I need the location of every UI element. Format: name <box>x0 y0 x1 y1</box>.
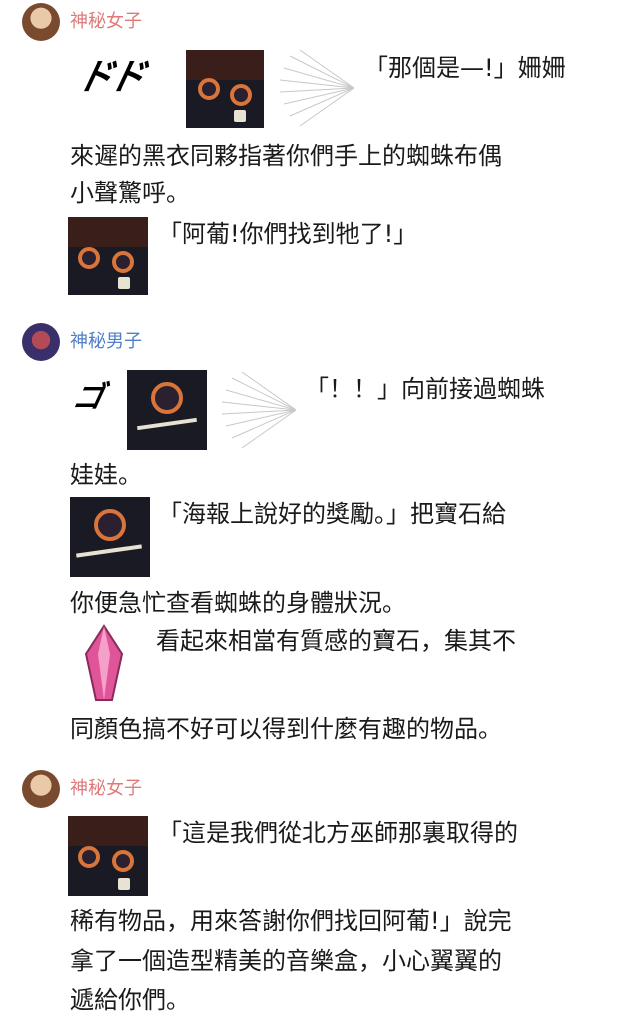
black-cat-face-image <box>68 816 148 896</box>
female-avatar-icon[interactable] <box>22 770 60 808</box>
black-cat-face-image <box>127 370 207 450</box>
sound-effect-text: ドド <box>72 57 146 98</box>
black-cat-face-image <box>70 497 150 577</box>
message-text: 同顏色搞不好可以得到什麼有趣的物品。 <box>70 715 502 743</box>
message-text: 「阿葡!你們找到牠了!」 <box>158 220 418 248</box>
black-cat-face-image <box>186 50 264 128</box>
message-text: 稀有物品，用來答謝你們找回阿葡!」說完 <box>70 907 512 935</box>
message-text: 拿了一個造型精美的音樂盒，小心翼翼的 <box>70 947 502 975</box>
sender-name[interactable]: 神秘女子 <box>70 11 142 33</box>
speed-lines-icon <box>279 49 354 127</box>
black-cat-face-image <box>68 217 148 295</box>
message-text: 「！！」向前接過蜘蛛 <box>305 375 545 403</box>
male-avatar-icon[interactable] <box>22 323 60 361</box>
female-avatar-icon[interactable] <box>22 3 60 41</box>
sound-effect-text: ゴ <box>69 380 103 415</box>
message-text: 看起來相當有質感的寶石，集其不 <box>156 627 516 655</box>
speed-lines-icon <box>221 371 296 449</box>
message-text: 你便急忙查看蜘蛛的身體狀況。 <box>70 589 406 617</box>
sender-name[interactable]: 神秘男子 <box>70 331 142 353</box>
message-text: 「這是我們從北方巫師那裏取得的 <box>158 819 518 847</box>
gem-icon <box>84 624 124 701</box>
message-text: 「海報上說好的獎勵。」把寶石給 <box>158 500 506 528</box>
message-text: 小聲驚呼。 <box>70 179 190 207</box>
sender-name[interactable]: 神秘女子 <box>70 778 142 800</box>
message-text: 娃娃。 <box>70 461 142 489</box>
message-text: 「那個是—!」姍姍 <box>364 54 566 82</box>
message-text: 遞給你們。 <box>70 986 190 1014</box>
message-text: 來遲的黑衣同夥指著你們手上的蜘蛛布偶 <box>70 142 502 170</box>
